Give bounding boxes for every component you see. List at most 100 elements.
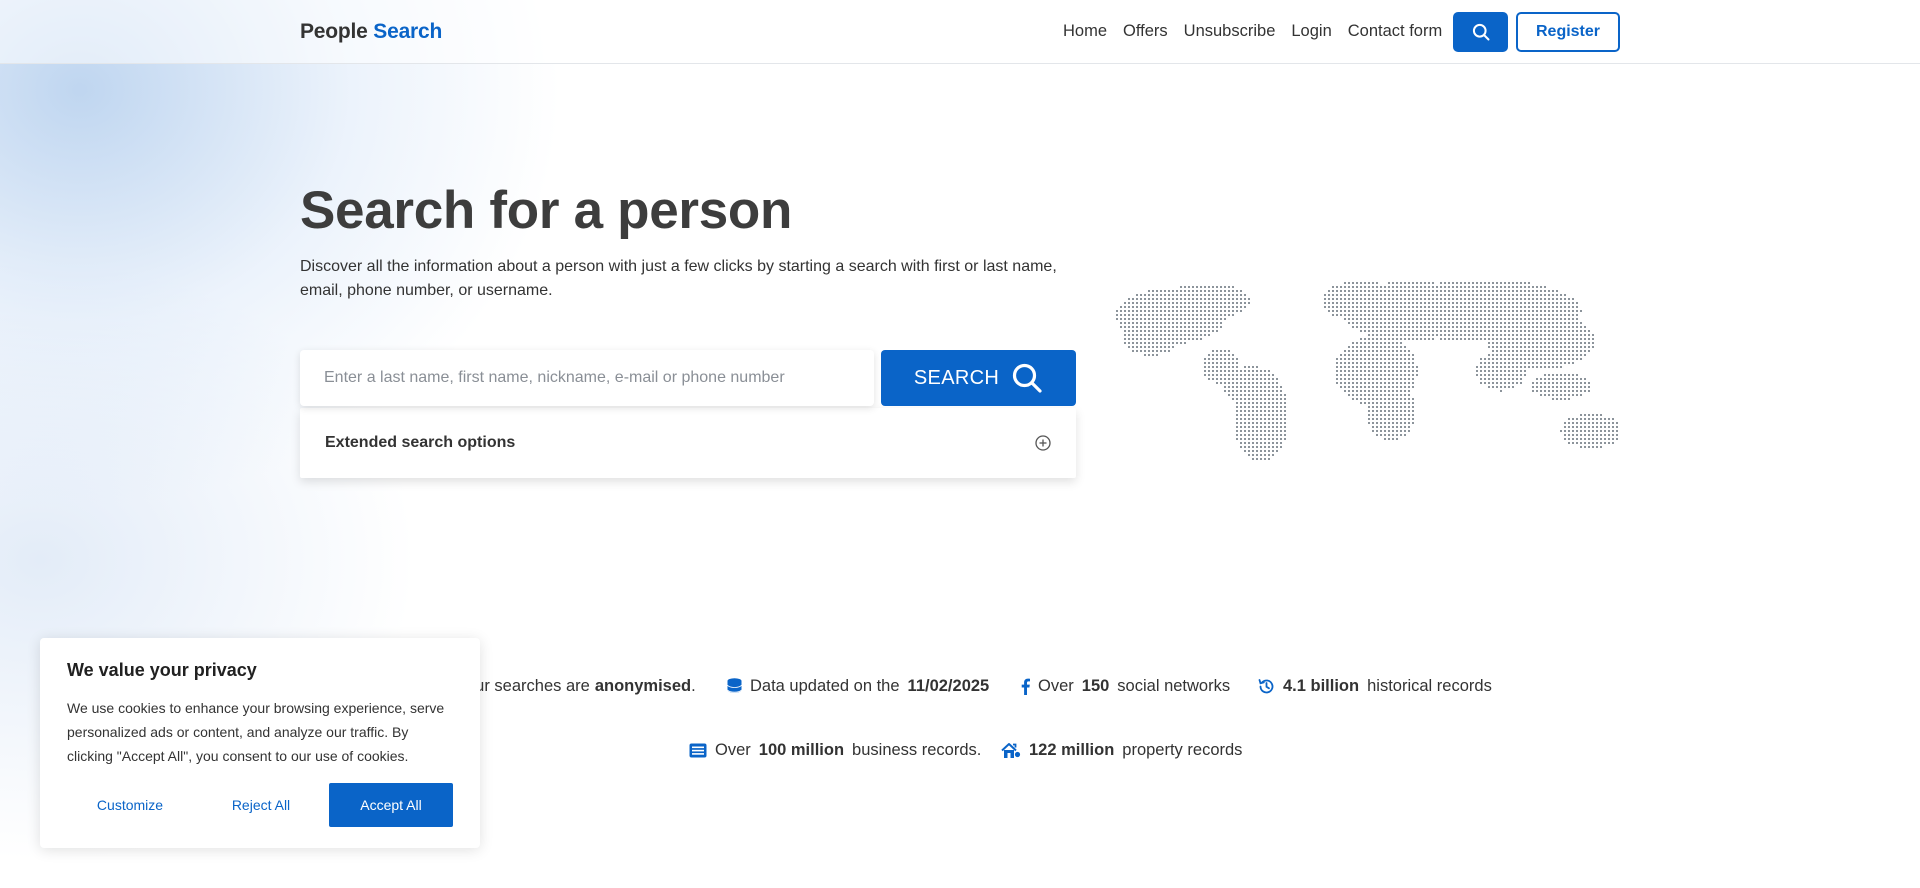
nav-contact-form[interactable]: Contact form xyxy=(1348,22,1442,41)
stat-property-bold: 122 million xyxy=(1029,741,1115,759)
map-dot xyxy=(1172,322,1174,324)
map-dot xyxy=(1228,314,1230,316)
map-dot xyxy=(1204,358,1206,360)
map-dot xyxy=(1572,430,1574,432)
map-dot xyxy=(1208,374,1210,376)
map-dot xyxy=(1404,386,1406,388)
map-dot xyxy=(1428,330,1430,332)
map-dot xyxy=(1568,442,1570,444)
map-dot xyxy=(1436,286,1438,288)
map-dot xyxy=(1168,322,1170,324)
map-dot xyxy=(1492,326,1494,328)
map-dot xyxy=(1328,306,1330,308)
map-dot xyxy=(1396,282,1398,284)
map-dot xyxy=(1348,374,1350,376)
extended-search-panel[interactable]: Extended search options xyxy=(300,408,1076,478)
map-dot xyxy=(1468,282,1470,284)
map-dot xyxy=(1152,338,1154,340)
map-dot xyxy=(1268,394,1270,396)
map-dot xyxy=(1324,298,1326,300)
reject-all-button[interactable]: Reject All xyxy=(198,783,324,827)
map-dot xyxy=(1244,414,1246,416)
map-dot xyxy=(1352,302,1354,304)
map-dot xyxy=(1504,362,1506,364)
map-dot xyxy=(1268,454,1270,456)
map-dot xyxy=(1216,382,1218,384)
map-dot xyxy=(1388,438,1390,440)
map-dot xyxy=(1580,342,1582,344)
map-dot xyxy=(1124,334,1126,336)
map-dot xyxy=(1364,386,1366,388)
map-dot xyxy=(1476,286,1478,288)
map-dot xyxy=(1356,394,1358,396)
nav-unsubscribe[interactable]: Unsubscribe xyxy=(1184,22,1276,41)
map-dot xyxy=(1156,346,1158,348)
map-dot xyxy=(1544,382,1546,384)
header-search-button[interactable] xyxy=(1453,12,1508,52)
map-dot xyxy=(1388,426,1390,428)
register-button[interactable]: Register xyxy=(1516,12,1620,52)
map-dot xyxy=(1512,374,1514,376)
map-dot xyxy=(1520,374,1522,376)
map-dot xyxy=(1460,326,1462,328)
map-dot xyxy=(1556,342,1558,344)
map-dot xyxy=(1404,370,1406,372)
stat-business: Over 100 million business records. xyxy=(689,741,981,760)
map-dot xyxy=(1524,294,1526,296)
map-dot xyxy=(1460,290,1462,292)
map-dot xyxy=(1492,330,1494,332)
map-dot xyxy=(1404,358,1406,360)
map-dot xyxy=(1272,430,1274,432)
map-dot xyxy=(1508,306,1510,308)
map-dot xyxy=(1184,326,1186,328)
accept-all-button[interactable]: Accept All xyxy=(329,783,453,827)
map-dot xyxy=(1536,390,1538,392)
map-dot xyxy=(1148,338,1150,340)
map-dot xyxy=(1384,370,1386,372)
search-input[interactable] xyxy=(300,350,874,406)
map-dot xyxy=(1256,402,1258,404)
plus-circle-icon[interactable] xyxy=(1035,435,1051,451)
nav-home[interactable]: Home xyxy=(1063,22,1107,41)
map-dot xyxy=(1572,350,1574,352)
logo[interactable]: People Search xyxy=(300,20,442,44)
map-dot xyxy=(1264,458,1266,460)
map-dot xyxy=(1376,398,1378,400)
nav-login[interactable]: Login xyxy=(1291,22,1331,41)
map-dot xyxy=(1428,326,1430,328)
map-dot xyxy=(1576,310,1578,312)
map-dot xyxy=(1556,374,1558,376)
map-dot xyxy=(1160,298,1162,300)
map-dot xyxy=(1348,286,1350,288)
customize-button[interactable]: Customize xyxy=(67,783,193,827)
map-dot xyxy=(1364,346,1366,348)
search-button[interactable]: SEARCH xyxy=(881,350,1076,406)
map-dot xyxy=(1568,386,1570,388)
map-dot xyxy=(1148,354,1150,356)
map-dot xyxy=(1540,322,1542,324)
map-dot xyxy=(1356,382,1358,384)
map-dot xyxy=(1140,346,1142,348)
map-dot xyxy=(1168,302,1170,304)
map-dot xyxy=(1480,362,1482,364)
map-dot xyxy=(1396,286,1398,288)
map-dot xyxy=(1352,342,1354,344)
map-dot xyxy=(1384,318,1386,320)
map-dot xyxy=(1196,286,1198,288)
map-dot xyxy=(1488,286,1490,288)
map-dot xyxy=(1376,410,1378,412)
map-dot xyxy=(1324,306,1326,308)
map-dot xyxy=(1256,394,1258,396)
map-dot xyxy=(1388,378,1390,380)
map-dot xyxy=(1560,338,1562,340)
map-dot xyxy=(1376,342,1378,344)
map-dot xyxy=(1400,378,1402,380)
map-dot xyxy=(1468,302,1470,304)
map-dot xyxy=(1184,294,1186,296)
map-dot xyxy=(1224,314,1226,316)
map-dot xyxy=(1508,326,1510,328)
map-dot xyxy=(1500,330,1502,332)
nav-offers[interactable]: Offers xyxy=(1123,22,1168,41)
map-dot xyxy=(1376,406,1378,408)
map-dot xyxy=(1548,338,1550,340)
